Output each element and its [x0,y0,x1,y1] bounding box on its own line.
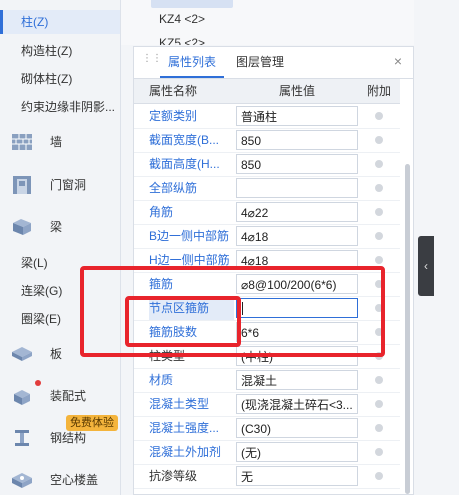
property-value-field[interactable]: 混凝土 [236,370,358,390]
nav-item-column[interactable]: 柱(Z) [0,10,120,34]
attach-checkbox[interactable] [375,400,383,408]
property-value-field[interactable]: (C30) [236,418,358,438]
property-row[interactable]: 截面宽度(B... 850 [134,128,400,153]
component-item[interactable]: KZ4 <2> [159,10,205,28]
tab-property-list[interactable]: 属性列表 [160,47,225,78]
column-header-extra: 附加 [367,84,392,98]
property-name: 材质 [149,373,174,387]
nav-category-label: 装配式 [50,389,87,403]
attach-checkbox[interactable] [375,112,383,120]
steel-icon [15,430,29,446]
door-window-icon [13,176,31,194]
property-row[interactable]: 抗渗等级 无 [134,464,400,489]
property-row[interactable]: 截面高度(H... 850 [134,152,400,177]
wall-icon [12,134,32,150]
nav-category-hollow-floor[interactable]: 空心楼盖 [0,465,120,495]
nav-category-prefab[interactable]: 装配式 [0,380,120,411]
column-header-value: 属性值 [279,84,316,98]
drag-handle-icon[interactable]: ⋮⋮ [142,54,162,68]
property-row[interactable]: 定额类别 普通柱 [134,104,400,129]
property-name: 定额类别 [149,109,198,123]
property-row[interactable]: 材质 混凝土 [134,368,400,393]
close-icon[interactable]: × [391,54,405,68]
attach-checkbox[interactable] [375,448,383,456]
property-value-field[interactable]: 4⌀18 [236,226,358,246]
attach-checkbox[interactable] [375,376,383,384]
attach-checkbox[interactable] [375,184,383,192]
property-name: 角筋 [149,205,174,219]
nav-category-label: 墙 [50,135,63,149]
left-nav: 柱(Z) 构造柱(Z) 砌体柱(Z) 约束边缘非阴影... 墙 门窗洞 梁 梁(… [0,0,121,495]
property-name: 混凝土强度... [149,421,220,435]
property-row[interactable]: 混凝土外加剂 (无) [134,440,400,465]
property-row[interactable]: 混凝土类型 (现浇混凝土碎石<3... [134,392,400,417]
component-list: KZ4 <2> KZ5 <2> [121,0,414,45]
beam-icon [13,219,31,235]
nav-category-steel[interactable]: 钢结构 免费体验 [0,415,120,453]
property-value-field[interactable]: (无) [236,442,358,462]
scrollbar-thumb[interactable] [405,164,410,494]
nav-item-masonry-column[interactable]: 砌体柱(Z) [0,67,120,91]
selected-component-highlight [151,0,233,8]
attach-checkbox[interactable] [375,424,383,432]
attach-checkbox[interactable] [375,256,383,264]
nav-category-label: 梁 [50,220,63,234]
nav-item-construction-column[interactable]: 构造柱(Z) [0,39,120,63]
property-value-field[interactable]: 无 [236,466,358,486]
annotation-box-inner [125,296,241,347]
hollow-floor-icon [12,473,32,488]
nav-category-beam[interactable]: 梁 [0,212,120,242]
tab-layer-management[interactable]: 图层管理 [228,47,292,77]
attach-checkbox[interactable] [375,160,383,168]
free-trial-badge[interactable]: 免费体验 [66,415,118,431]
nav-category-label: 门窗洞 [50,178,87,192]
property-value-field[interactable]: 850 [236,130,358,150]
property-row[interactable]: 混凝土强度... (C30) [134,416,400,441]
attach-checkbox[interactable] [375,232,383,240]
attach-checkbox[interactable] [375,208,383,216]
slab-icon [12,347,32,361]
property-row[interactable]: B边一侧中部筋 4⌀18 [134,224,400,249]
attach-checkbox[interactable] [375,472,383,480]
attach-checkbox[interactable] [375,136,383,144]
prefab-icon [14,390,30,405]
property-value-field[interactable]: 4⌀22 [236,202,358,222]
table-header: 属性名称 属性值 附加 [134,79,400,104]
panel-tabbar: ⋮⋮ 属性列表 图层管理 × [134,47,413,79]
notification-dot [35,380,41,386]
nav-item-edge-constraint[interactable]: 约束边缘非阴影... [0,95,120,119]
collapse-chevron-icon[interactable]: ‹ [418,236,434,296]
property-value-field[interactable]: (现浇混凝土碎石<3... [236,394,358,414]
column-header-name: 属性名称 [149,84,198,98]
nav-category-label: 板 [50,347,63,361]
property-name: B边一侧中部筋 [149,229,230,243]
component-item[interactable]: KZ5 <2> [159,34,205,45]
property-row[interactable]: 角筋 4⌀22 [134,200,400,225]
property-name: 截面高度(H... [149,157,220,171]
nav-category-door-window[interactable]: 门窗洞 [0,170,120,200]
property-name: 混凝土外加剂 [149,445,222,459]
property-name: 截面宽度(B... [149,133,220,147]
property-value-field[interactable] [236,178,358,198]
nav-category-wall[interactable]: 墙 [0,127,120,157]
property-value-field[interactable]: 普通柱 [236,106,358,126]
property-name: 混凝土类型 [149,397,210,411]
property-row[interactable]: 全部纵筋 [134,176,400,201]
property-name: 全部纵筋 [149,181,198,195]
scrollbar[interactable] [402,104,412,494]
property-name: 抗渗等级 [149,469,198,483]
nav-category-label: 空心楼盖 [50,473,99,487]
property-value-field[interactable]: 850 [236,154,358,174]
